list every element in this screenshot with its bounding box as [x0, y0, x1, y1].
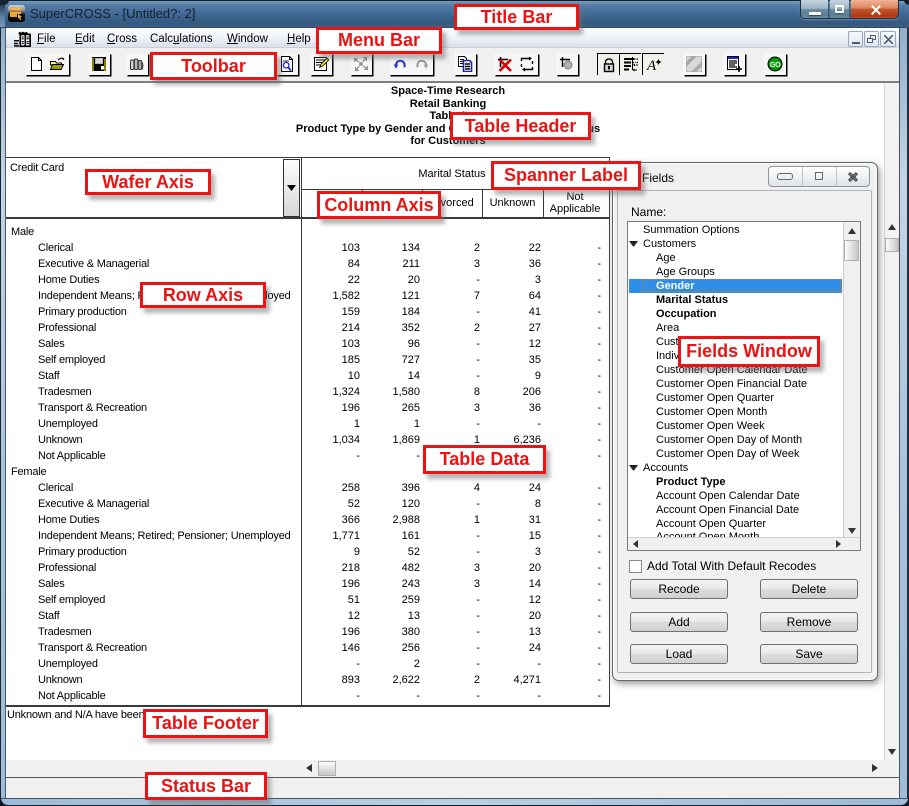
- svg-text:A: A: [646, 58, 657, 73]
- svg-text:GO: GO: [770, 60, 781, 69]
